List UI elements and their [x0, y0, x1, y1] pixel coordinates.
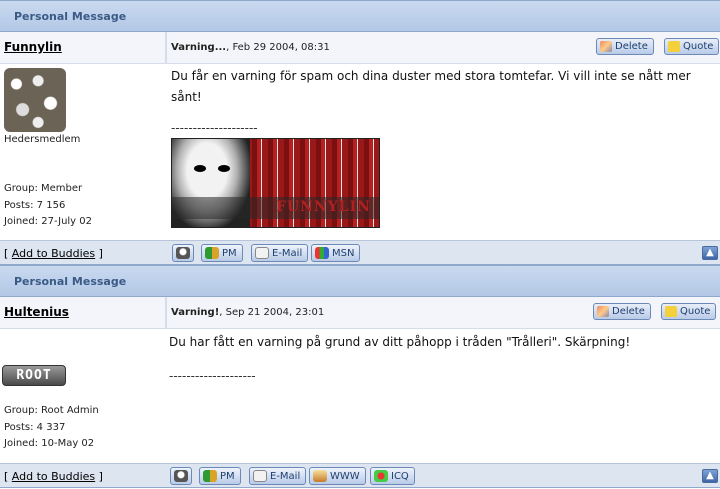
arrow-up-icon: ▲ — [706, 247, 714, 258]
add-to-buddies: [ Add to Buddies ] — [4, 247, 103, 260]
envelope-icon — [255, 247, 269, 259]
category-header: Personal Message — [0, 0, 720, 32]
profile-icon — [174, 470, 188, 482]
category-title: Personal Message — [14, 275, 127, 288]
pm-icon — [203, 470, 217, 482]
quote-button[interactable]: Quote — [661, 303, 717, 320]
quote-label: Quote — [680, 306, 711, 317]
member-posts: Posts: 4 337 — [4, 421, 66, 433]
add-to-buddies-link[interactable]: Add to Buddies — [12, 470, 95, 483]
member-posts: Posts: 7 156 — [4, 199, 66, 211]
member-group: Group: Member — [4, 183, 83, 194]
icq-label: ICQ — [391, 470, 409, 482]
post-title: Varning! — [171, 307, 220, 318]
member-info: Group: Root Admin Posts: 4 337 Joined: 1… — [4, 403, 99, 453]
signature-separator: -------------------- — [169, 369, 256, 383]
delete-label: Delete — [615, 41, 648, 52]
delete-button[interactable]: Delete — [593, 303, 651, 320]
post-text: Du har fått en varning på grund av ditt … — [169, 335, 631, 349]
category-header: Personal Message — [0, 265, 720, 297]
signature-separator: -------------------- — [171, 121, 258, 135]
signature-image: FUNNYLIN — [171, 138, 380, 228]
signature-logo-text: FUNNYLIN — [276, 199, 371, 215]
pencil-eraser-icon — [600, 41, 612, 52]
root-rank-badge: ROOT — [2, 365, 66, 386]
pencil-eraser-icon — [597, 306, 609, 317]
icq-button[interactable]: ICQ — [370, 467, 415, 485]
profile-icon — [176, 247, 190, 259]
post-header-row: Funnylin Varning..., Feb 29 2004, 08:31 … — [0, 32, 720, 64]
post-footer-row: [ Add to Buddies ] PM E-Mail WWW ICQ ▲ — [0, 463, 720, 488]
icq-flower-icon — [374, 470, 388, 482]
post-text: Du får en varning för spam och dina dust… — [171, 69, 691, 104]
pm-button[interactable]: PM — [201, 244, 243, 262]
pm-icon — [205, 247, 219, 259]
email-label: E-Mail — [272, 247, 303, 259]
home-icon — [313, 470, 327, 482]
delete-label: Delete — [612, 306, 645, 317]
message-block: Personal Message Hultenius Varning!, Sep… — [0, 265, 720, 489]
email-button[interactable]: E-Mail — [251, 244, 309, 262]
delete-button[interactable]: Delete — [596, 38, 654, 55]
msn-label: MSN — [332, 247, 355, 259]
msn-butterfly-icon — [315, 247, 329, 259]
speech-bubble-icon — [665, 306, 677, 317]
member-info: Group: Member Posts: 7 156 Joined: 27-Ju… — [4, 181, 92, 231]
pm-button[interactable]: PM — [199, 467, 241, 485]
post-meta: Varning!, Sep 21 2004, 23:01 — [171, 307, 324, 318]
post-body-row: Hedersmedlem Group: Member Posts: 7 156 … — [0, 64, 720, 240]
avatar — [4, 68, 66, 132]
pm-label: PM — [220, 470, 235, 482]
quote-button[interactable]: Quote — [664, 38, 720, 55]
post-date: , Feb 29 2004, 08:31 — [226, 42, 330, 53]
add-to-buddies-link[interactable]: Add to Buddies — [12, 247, 95, 260]
add-to-buddies: [ Add to Buddies ] — [4, 470, 103, 483]
arrow-up-icon: ▲ — [706, 470, 714, 481]
post-date: , Sep 21 2004, 23:01 — [219, 307, 325, 318]
msn-button[interactable]: MSN — [311, 244, 361, 262]
profile-button[interactable] — [170, 467, 192, 485]
post-header-row: Hultenius Varning!, Sep 21 2004, 23:01 D… — [0, 297, 720, 329]
post-body-row: ROOT Group: Root Admin Posts: 4 337 Join… — [0, 329, 720, 463]
envelope-icon — [253, 470, 267, 482]
email-button[interactable]: E-Mail — [249, 467, 307, 485]
quote-label: Quote — [683, 41, 714, 52]
www-label: WWW — [330, 470, 360, 482]
category-title: Personal Message — [14, 10, 127, 23]
member-rank: Hedersmedlem — [4, 134, 81, 145]
member-joined: Joined: 27-July 02 — [4, 216, 93, 227]
pm-label: PM — [222, 247, 237, 259]
post-footer-row: [ Add to Buddies ] PM E-Mail MSN ▲ — [0, 240, 720, 265]
post-title: Varning... — [171, 42, 227, 53]
www-button[interactable]: WWW — [309, 467, 366, 485]
member-group: Group: Root Admin — [4, 405, 99, 416]
profile-button[interactable] — [172, 244, 194, 262]
back-to-top-button[interactable]: ▲ — [702, 246, 718, 260]
message-block: Personal Message Funnylin Varning..., Fe… — [0, 0, 720, 265]
author-name[interactable]: Hultenius — [4, 305, 69, 319]
author-name[interactable]: Funnylin — [4, 40, 62, 54]
member-joined: Joined: 10-May 02 — [4, 438, 95, 449]
speech-bubble-icon — [668, 41, 680, 52]
post-meta: Varning..., Feb 29 2004, 08:31 — [171, 42, 330, 53]
back-to-top-button[interactable]: ▲ — [702, 469, 718, 483]
email-label: E-Mail — [270, 470, 301, 482]
